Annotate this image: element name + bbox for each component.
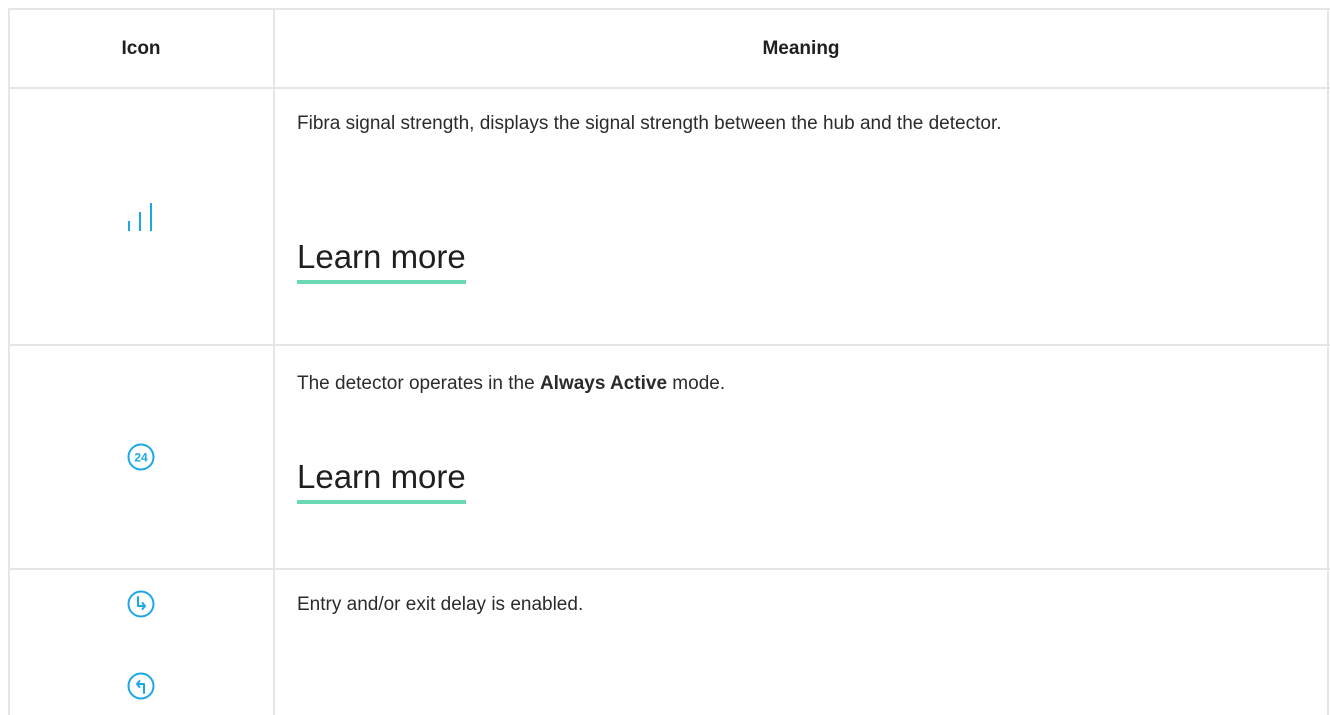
right-border — [1327, 8, 1329, 715]
row2-meaning-text: The detector operates in the Always Acti… — [297, 366, 725, 402]
row3-meaning-text: Entry and/or exit delay is enabled. — [297, 594, 584, 615]
signal-strength-icon — [126, 201, 156, 233]
row2-text-after: mode. — [667, 373, 726, 394]
row2-text-before: The detector operates in the — [297, 373, 540, 394]
row2-learn-more-link[interactable]: Learn more — [297, 458, 466, 504]
row1-learn-more-link[interactable]: Learn more — [297, 238, 466, 284]
header-icon: Icon — [121, 38, 161, 59]
header-meaning: Meaning — [762, 38, 840, 59]
row3-icon-cell-2 — [8, 666, 274, 706]
always-active-24-icon: 24 — [126, 442, 156, 472]
svg-text:24: 24 — [134, 451, 148, 465]
row1-meaning-text: Fibra signal strength, displays the sign… — [297, 113, 1002, 134]
row3-icon-cell — [8, 584, 274, 624]
icon-meaning-table: Icon Meaning Fibra signal strength, disp… — [0, 0, 1330, 715]
exit-delay-icon — [126, 671, 156, 701]
row2-icon-cell: 24 — [8, 346, 274, 568]
row1-icon-cell — [8, 89, 274, 344]
row-divider-2 — [8, 568, 1330, 570]
entry-delay-icon — [126, 589, 156, 619]
row2-text-bold: Always Active — [539, 373, 668, 394]
